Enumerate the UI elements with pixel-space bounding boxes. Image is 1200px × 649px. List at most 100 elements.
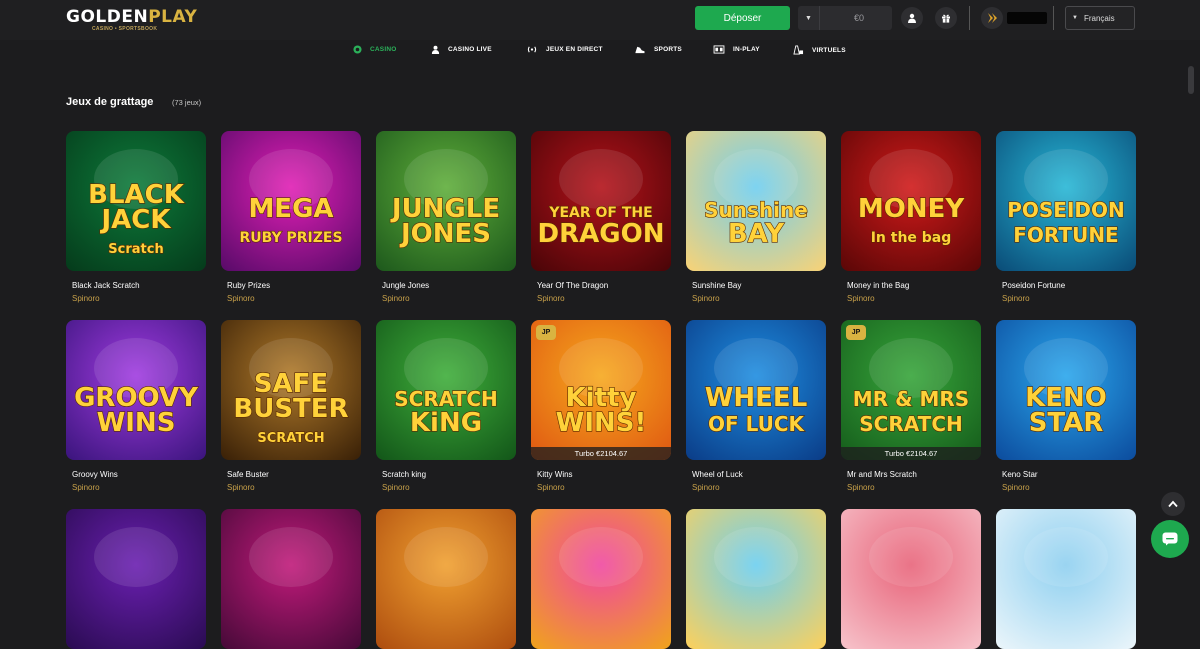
game-thumbnail[interactable]: JUNGLE JONES	[376, 131, 516, 271]
game-artwork: SAFEBUSTERSCRATCH	[221, 320, 361, 460]
artwork-title-text: MONEY	[858, 194, 965, 224]
game-title[interactable]: Year Of The Dragon	[537, 281, 608, 290]
jackpot-badge: JP	[536, 325, 556, 340]
game-title[interactable]: Wheel of Luck	[692, 470, 743, 479]
game-title[interactable]: Mr and Mrs Scratch	[847, 470, 917, 479]
game-artwork	[376, 509, 516, 649]
artwork-highlight	[559, 527, 643, 587]
gift-icon	[942, 14, 950, 23]
artwork-highlight	[1024, 527, 1108, 587]
game-thumbnail[interactable]	[531, 509, 671, 649]
balance-amount: €0	[853, 13, 864, 23]
live-chat-button[interactable]	[1151, 520, 1189, 558]
gift-button[interactable]	[935, 7, 957, 29]
scroll-to-top-button[interactable]	[1161, 492, 1185, 516]
game-title[interactable]: Poseidon Fortune	[1002, 281, 1065, 290]
game-artwork: MR & MRSSCRATCH	[841, 320, 981, 460]
game-artwork	[841, 509, 981, 649]
nav-casino-live[interactable]: CASINO LIVE	[431, 45, 492, 54]
game-artwork	[686, 509, 826, 649]
nav-in-play[interactable]: IN-PLAY	[713, 45, 760, 54]
game-title[interactable]: Black Jack Scratch	[72, 281, 140, 290]
language-select[interactable]: ▼ Français	[1065, 6, 1135, 30]
nav-sports[interactable]: SPORTS	[634, 45, 682, 54]
jackpot-amount: Turbo €2104.67	[841, 447, 981, 460]
game-artwork: MEGA RUBY PRIZES	[221, 131, 361, 271]
sneaker-icon	[635, 46, 645, 54]
artwork-highlight	[249, 527, 333, 587]
deposit-button[interactable]: Déposer	[695, 6, 790, 30]
game-provider: Spinoro	[227, 483, 255, 492]
game-thumbnail[interactable]	[996, 509, 1136, 649]
language-label: Français	[1083, 13, 1115, 23]
nav-label: CASINO LIVE	[448, 46, 492, 53]
artwork-title-text: SCRATCH	[257, 431, 324, 446]
game-thumbnail[interactable]: Kitty WINS! JP Turbo €2104.67	[531, 320, 671, 460]
scrollbar-thumb[interactable]	[1188, 66, 1194, 94]
game-title[interactable]: Sunshine Bay	[692, 281, 741, 290]
game-thumbnail[interactable]: KENO STAR	[996, 320, 1136, 460]
game-title[interactable]: Money in the Bag	[847, 281, 909, 290]
game-thumbnail[interactable]: YEAR OF THE DRAGON	[531, 131, 671, 271]
game-title[interactable]: Jungle Jones	[382, 281, 429, 290]
nav-label: JEUX EN DIRECT	[546, 46, 603, 53]
game-title[interactable]: Safe Buster	[227, 470, 269, 479]
chevron-up-icon	[1168, 500, 1178, 508]
game-thumbnail[interactable]: POSEIDON FORTUNE	[996, 131, 1136, 271]
artwork-title-text: Scratch	[108, 242, 163, 257]
game-thumbnail[interactable]: WHEEL OF LUCK	[686, 320, 826, 460]
artwork-title-text: In the bag	[871, 230, 952, 246]
artwork-highlight	[559, 149, 643, 209]
nav-casino[interactable]: CASINO	[353, 45, 396, 54]
game-thumbnail[interactable]	[66, 509, 206, 649]
user-icon	[908, 13, 916, 23]
promo-button[interactable]	[981, 7, 1003, 29]
artwork-title-text: MEGA	[248, 194, 333, 224]
game-provider: Spinoro	[382, 483, 410, 492]
game-title[interactable]: Kitty Wins	[537, 470, 573, 479]
game-thumbnail[interactable]	[686, 509, 826, 649]
game-provider: Spinoro	[847, 483, 875, 492]
game-thumbnail[interactable]	[376, 509, 516, 649]
game-provider: Spinoro	[1002, 294, 1030, 303]
game-provider: Spinoro	[537, 294, 565, 303]
redacted-username	[1007, 12, 1047, 24]
scrollbar[interactable]	[1188, 66, 1194, 572]
game-thumbnail[interactable]: MR & MRS SCRATCH JP Turbo €2104.67	[841, 320, 981, 460]
chevron-down-icon[interactable]: ▼	[798, 6, 820, 30]
game-artwork: SCRATCHKiNG	[376, 320, 516, 460]
game-artwork: GROOVYWINS	[66, 320, 206, 460]
game-provider: Spinoro	[72, 483, 100, 492]
game-title[interactable]: Keno Star	[1002, 470, 1038, 479]
game-provider: Spinoro	[537, 483, 565, 492]
game-provider: Spinoro	[382, 294, 410, 303]
nav-label: VIRTUELS	[812, 46, 846, 54]
game-thumbnail[interactable]: MONEY In the bag	[841, 131, 981, 271]
game-artwork: KENOSTAR	[996, 320, 1136, 460]
game-thumbnail[interactable]: Sunshine BAY	[686, 131, 826, 271]
game-thumbnail[interactable]: GROOVY WINS	[66, 320, 206, 460]
artwork-title-text: SCRATCH	[859, 412, 962, 436]
artwork-title-text: DRAGON	[538, 219, 665, 249]
balance-dropdown[interactable]: ▼ €0	[798, 6, 892, 30]
game-title[interactable]: Scratch king	[382, 470, 426, 479]
game-count: (73 jeux)	[172, 98, 202, 107]
game-thumbnail[interactable]: MEGA RUBY PRIZES	[221, 131, 361, 271]
game-artwork: BLACKJACKScratch	[66, 131, 206, 271]
game-thumbnail[interactable]	[221, 509, 361, 649]
game-title[interactable]: Groovy Wins	[72, 470, 118, 479]
game-thumbnail[interactable]: SAFE BUSTER SCRATCH	[221, 320, 361, 460]
artwork-title-text: OF LUCK	[708, 412, 806, 436]
game-thumbnail[interactable]: SCRATCH KiNG	[376, 320, 516, 460]
artwork-title-text: WINS	[97, 408, 176, 438]
goldenplay-logo[interactable]: GOLDENPLAY CASINO • SPORTSBOOK	[66, 9, 197, 32]
artwork-highlight	[404, 527, 488, 587]
game-thumbnail[interactable]	[841, 509, 981, 649]
game-thumbnail[interactable]: BLACK JACK Scratch	[66, 131, 206, 271]
nav-virtual[interactable]: VIRTUELS	[793, 45, 846, 55]
game-artwork	[66, 509, 206, 649]
casino-chip-icon	[353, 45, 362, 54]
account-button[interactable]	[901, 7, 923, 29]
game-title[interactable]: Ruby Prizes	[227, 281, 270, 290]
nav-live-games[interactable]: JEUX EN DIRECT	[526, 45, 603, 54]
